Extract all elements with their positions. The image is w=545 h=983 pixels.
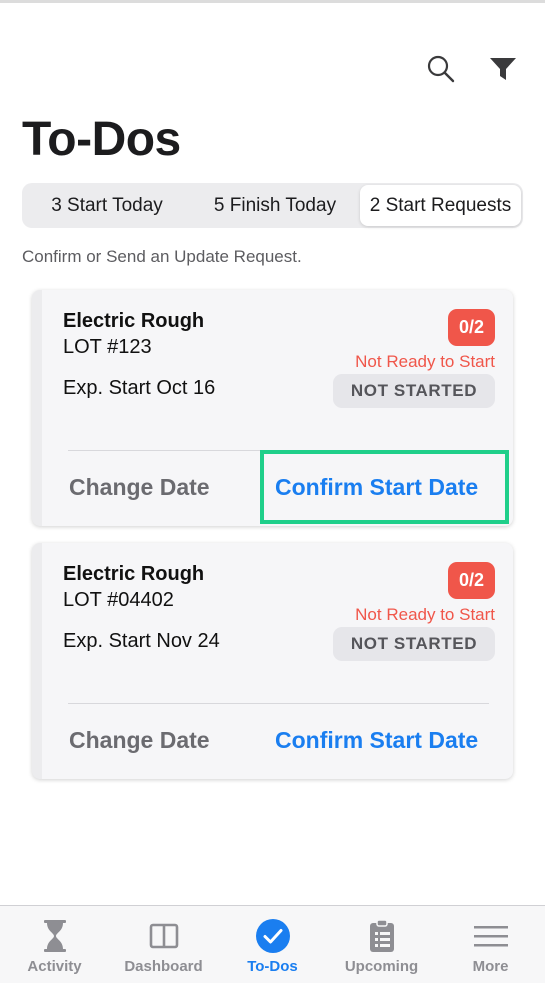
task-name: Electric Rough bbox=[63, 310, 205, 332]
segmented-control: 3 Start Today 5 Finish Today 2 Start Req… bbox=[22, 183, 523, 228]
page-title: To-Dos bbox=[22, 113, 181, 166]
todo-card: Electric Rough LOT #04402 Exp. Start Nov… bbox=[32, 543, 513, 779]
top-border bbox=[0, 0, 545, 3]
tab-more[interactable]: More bbox=[436, 906, 545, 983]
hourglass-icon bbox=[37, 918, 73, 954]
todo-card: Electric Rough LOT #123 Exp. Start Oct 1… bbox=[32, 290, 513, 526]
progress-badge: 0/2 bbox=[448, 309, 495, 346]
filter-icon[interactable] bbox=[487, 52, 519, 86]
tab-label: Upcoming bbox=[344, 958, 419, 975]
segment-start-today[interactable]: 3 Start Today bbox=[24, 185, 190, 226]
tab-label: Dashboard bbox=[124, 958, 203, 975]
tab-dashboard[interactable]: Dashboard bbox=[109, 906, 218, 983]
checkmark-circle-icon bbox=[255, 918, 291, 954]
status-text: Not Ready to Start bbox=[355, 352, 495, 371]
expected-start: Exp. Start Nov 24 bbox=[63, 630, 220, 652]
header-toolbar bbox=[425, 52, 519, 86]
dashboard-icon bbox=[146, 918, 182, 954]
status-badge: NOT STARTED bbox=[333, 627, 495, 661]
divider bbox=[68, 703, 489, 704]
status-badge: NOT STARTED bbox=[333, 374, 495, 408]
change-date-button[interactable]: Change Date bbox=[69, 474, 210, 501]
instruction-text: Confirm or Send an Update Request. bbox=[22, 247, 302, 266]
status-text: Not Ready to Start bbox=[355, 605, 495, 624]
expected-start: Exp. Start Oct 16 bbox=[63, 377, 216, 399]
menu-icon bbox=[473, 918, 509, 954]
search-icon[interactable] bbox=[425, 52, 457, 86]
tab-label: Activity bbox=[27, 958, 82, 975]
tab-activity[interactable]: Activity bbox=[0, 906, 109, 983]
tab-bar: Activity Dashboard To-Dos Upcoming More bbox=[0, 905, 545, 983]
divider bbox=[68, 450, 265, 451]
task-name: Electric Rough bbox=[63, 563, 205, 585]
tab-upcoming[interactable]: Upcoming bbox=[327, 906, 436, 983]
segment-finish-today[interactable]: 5 Finish Today bbox=[190, 185, 360, 226]
lot-number: LOT #04402 bbox=[63, 589, 174, 611]
progress-badge: 0/2 bbox=[448, 562, 495, 599]
change-date-button[interactable]: Change Date bbox=[69, 727, 210, 754]
segment-start-requests[interactable]: 2 Start Requests bbox=[360, 185, 521, 226]
tab-todos[interactable]: To-Dos bbox=[218, 906, 327, 983]
tab-label: More bbox=[472, 958, 509, 975]
lot-number: LOT #123 bbox=[63, 336, 152, 358]
confirm-start-date-button[interactable]: Confirm Start Date bbox=[275, 474, 478, 501]
confirm-start-date-button[interactable]: Confirm Start Date bbox=[275, 727, 478, 754]
tab-label: To-Dos bbox=[247, 958, 298, 975]
clipboard-icon bbox=[364, 918, 400, 954]
